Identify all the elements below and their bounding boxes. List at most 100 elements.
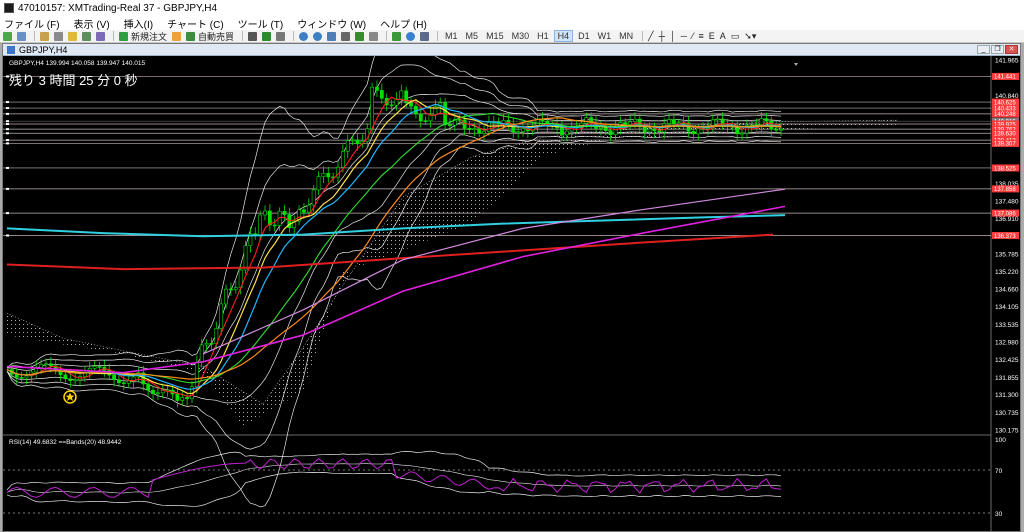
crosshair-tool-button[interactable]: ┼: [658, 30, 666, 42]
chart-shift-button[interactable]: [340, 30, 351, 42]
menu-file[interactable]: ファイル (F): [4, 16, 60, 31]
fibonacci-tool-button[interactable]: Ε: [708, 30, 716, 42]
timeframe-m1[interactable]: M1: [442, 31, 461, 41]
zoom-in-icon: [299, 31, 309, 41]
symbol-info: GBPJPY,H4 139.994 140.058 139.947 140.01…: [9, 60, 146, 67]
label-tool-button[interactable]: ▭: [730, 30, 741, 42]
indicators-button[interactable]: [391, 30, 402, 42]
timeframe-h1[interactable]: H1: [534, 31, 552, 41]
candle-body: [14, 373, 19, 378]
candle-body: [272, 224, 277, 227]
line-chart-button[interactable]: [275, 30, 286, 42]
level-marker: [6, 132, 9, 135]
bar-chart-icon: [248, 31, 258, 41]
templates-button[interactable]: [419, 30, 430, 42]
candle-body: [97, 366, 102, 368]
price-axis-label: 130.175: [995, 428, 1019, 435]
candle-body: [642, 126, 647, 133]
bar-chart-button[interactable]: [247, 30, 258, 42]
candle-body: [735, 126, 740, 135]
candle-body: [370, 86, 374, 129]
chart-window: GBPJPY,H4 _ ❐ ✕ 141.965 140.840 138.035 …: [2, 43, 1021, 532]
new-order-button[interactable]: 新規注文: [118, 30, 168, 42]
auto-trade-button[interactable]: 自動売買: [185, 30, 235, 42]
candle-body: [302, 209, 306, 213]
level-marker: [6, 212, 9, 215]
periods-button[interactable]: [405, 30, 416, 42]
candle-body: [696, 128, 701, 135]
price-axis-label: 135.785: [995, 251, 1019, 258]
close-button[interactable]: ✕: [1005, 45, 1018, 54]
metaeditor-button[interactable]: [171, 30, 182, 42]
auto-scroll-icon: [355, 31, 365, 41]
timeframe-mn[interactable]: MN: [616, 31, 636, 41]
indicators-icon: [392, 31, 402, 41]
timeframe-m5[interactable]: M5: [463, 31, 482, 41]
timeframe-h4[interactable]: H4: [553, 30, 574, 42]
candle-body: [715, 118, 720, 121]
minimize-button[interactable]: _: [977, 45, 990, 54]
horizontal-line-tool-button[interactable]: ─: [680, 30, 688, 42]
menu-chart[interactable]: チャート (C): [167, 16, 224, 31]
new-chart-button[interactable]: [2, 30, 13, 42]
toolbar: 新規注文 自動売買 M1 M5 M15 M30 H1 H4 D1 W1 MN ╱…: [0, 30, 1024, 43]
candle-body: [564, 130, 569, 136]
level-marker: [6, 187, 9, 190]
price-axis-label: 137.480: [995, 198, 1019, 205]
menu-help[interactable]: ヘルプ (H): [380, 16, 427, 31]
timeframe-d1[interactable]: D1: [575, 31, 593, 41]
terminal-button[interactable]: [81, 30, 92, 42]
price-tag-label: 140.248: [994, 112, 1016, 118]
cursor-tool-button[interactable]: ╱: [647, 30, 654, 42]
candle-body: [121, 382, 126, 385]
menu-insert[interactable]: 挿入(I): [124, 16, 153, 31]
price-tag-label: 138.525: [994, 166, 1016, 172]
market-watch-button[interactable]: [39, 30, 50, 42]
grid-button[interactable]: [368, 30, 379, 42]
arrows-tool-button[interactable]: ➘▾: [743, 30, 757, 42]
tile-windows-button[interactable]: [326, 30, 337, 42]
candle-body: [175, 393, 180, 401]
candle-body: [647, 128, 652, 133]
level-marker: [6, 123, 9, 126]
data-window-button[interactable]: [53, 30, 64, 42]
timeframe-m30[interactable]: M30: [509, 31, 533, 41]
zoom-in-button[interactable]: [298, 30, 309, 42]
candle-body: [759, 118, 764, 125]
restore-button[interactable]: ❐: [991, 45, 1004, 54]
level-marker: [6, 101, 9, 104]
menu-view[interactable]: 表示 (V): [74, 16, 110, 31]
text-tool-button[interactable]: A: [719, 30, 727, 42]
candle-chart-icon: [262, 31, 272, 41]
auto-scroll-button[interactable]: [354, 30, 365, 42]
chart-window-controls: _ ❐ ✕: [976, 45, 1018, 54]
market-watch-icon: [40, 31, 49, 41]
profiles-button[interactable]: [16, 30, 27, 42]
app-icon: [4, 3, 14, 13]
price-axis-label: 141.965: [995, 58, 1019, 65]
vertical-line-tool-button[interactable]: │: [669, 30, 677, 42]
candle-body: [516, 131, 521, 133]
menu-window[interactable]: ウィンドウ (W): [297, 16, 366, 31]
trendline-tool-button[interactable]: ⁄: [691, 30, 695, 42]
timeframe-m15[interactable]: M15: [483, 31, 507, 41]
candle-body: [467, 127, 472, 130]
price-chart[interactable]: 141.965140.840138.035137.480136.910135.7…: [3, 56, 1020, 531]
zoom-out-button[interactable]: [312, 30, 323, 42]
candle-body: [204, 343, 209, 346]
chart-window-header[interactable]: GBPJPY,H4 _ ❐ ✕: [3, 44, 1020, 56]
candle-body: [185, 397, 190, 400]
menu-tools[interactable]: ツール (T): [238, 16, 284, 31]
candle-body: [560, 127, 564, 136]
price-tag-label: 141.441: [994, 75, 1016, 81]
candle-chart-button[interactable]: [261, 30, 272, 42]
new-order-label: 新規注文: [131, 31, 168, 42]
tester-button[interactable]: [95, 30, 106, 42]
line-chart-icon: [276, 31, 286, 41]
channel-tool-button[interactable]: ≡: [697, 30, 704, 42]
candle-body: [267, 210, 272, 226]
candle-body: [764, 118, 769, 122]
navigator-button[interactable]: [67, 30, 78, 42]
candle-body: [199, 344, 204, 363]
timeframe-w1[interactable]: W1: [595, 31, 615, 41]
